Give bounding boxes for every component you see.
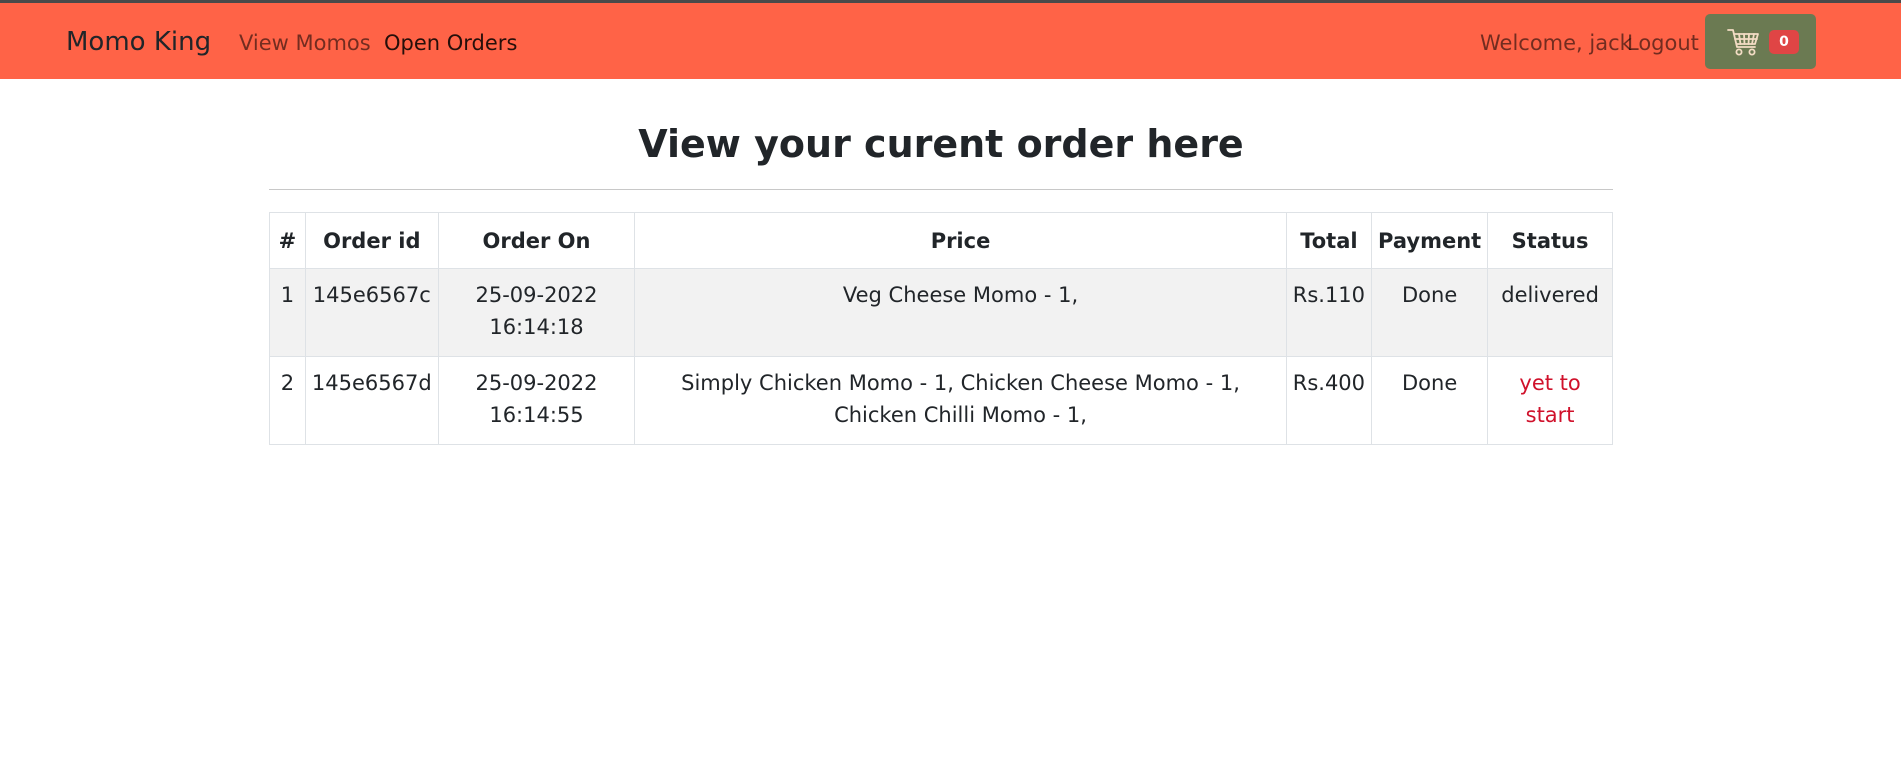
title-divider: [269, 189, 1613, 190]
row-number: 2: [269, 356, 306, 445]
page-title: View your curent order here: [638, 122, 1244, 166]
order-id: 145e6567d: [304, 356, 439, 445]
order-time-value: 16:14:55: [489, 403, 584, 427]
order-time-value: 16:14:18: [489, 315, 584, 339]
order-date: 25-09-2022 16:14:55: [437, 356, 636, 445]
header-total: Total: [1285, 212, 1373, 269]
header-number: #: [269, 212, 306, 269]
order-items: Simply Chicken Momo - 1, Chicken Cheese …: [634, 356, 1287, 445]
header-order-on: Order On: [437, 212, 636, 269]
order-date-value: 25-09-2022: [475, 283, 598, 307]
order-items: Veg Cheese Momo - 1,: [634, 268, 1287, 357]
order-date-value: 25-09-2022: [475, 371, 598, 395]
brand-link[interactable]: Momo King: [66, 27, 211, 57]
shopping-cart-icon: [1727, 29, 1759, 56]
order-status: yet to start: [1487, 356, 1613, 445]
header-status: Status: [1487, 212, 1613, 269]
order-total: Rs.110: [1285, 268, 1373, 357]
cart-button[interactable]: 0: [1705, 14, 1816, 69]
header-order-id: Order id: [304, 212, 439, 269]
orders-table: # Order id Order On Price Total Payment …: [269, 212, 1613, 445]
nav-view-momos[interactable]: View Momos: [239, 31, 371, 55]
table-row: 1 145e6567c 25-09-2022 16:14:18 Veg Chee…: [269, 268, 1613, 357]
cart-count-badge: 0: [1769, 30, 1799, 54]
order-status: delivered: [1487, 268, 1613, 357]
header-price: Price: [634, 212, 1287, 269]
navbar: Momo King View Momos Open Orders Welcome…: [0, 0, 1901, 79]
order-id: 145e6567c: [304, 268, 439, 357]
logout-link[interactable]: Logout: [1627, 31, 1699, 55]
header-payment: Payment: [1371, 212, 1489, 269]
order-date: 25-09-2022 16:14:18: [437, 268, 636, 357]
table-header-row: # Order id Order On Price Total Payment …: [269, 212, 1613, 269]
row-number: 1: [269, 268, 306, 357]
nav-open-orders[interactable]: Open Orders: [384, 31, 517, 55]
order-total: Rs.400: [1285, 356, 1373, 445]
payment-status: Done: [1371, 268, 1489, 357]
payment-status: Done: [1371, 356, 1489, 445]
welcome-text: Welcome, jack: [1480, 31, 1632, 55]
table-row: 2 145e6567d 25-09-2022 16:14:55 Simply C…: [269, 356, 1613, 445]
